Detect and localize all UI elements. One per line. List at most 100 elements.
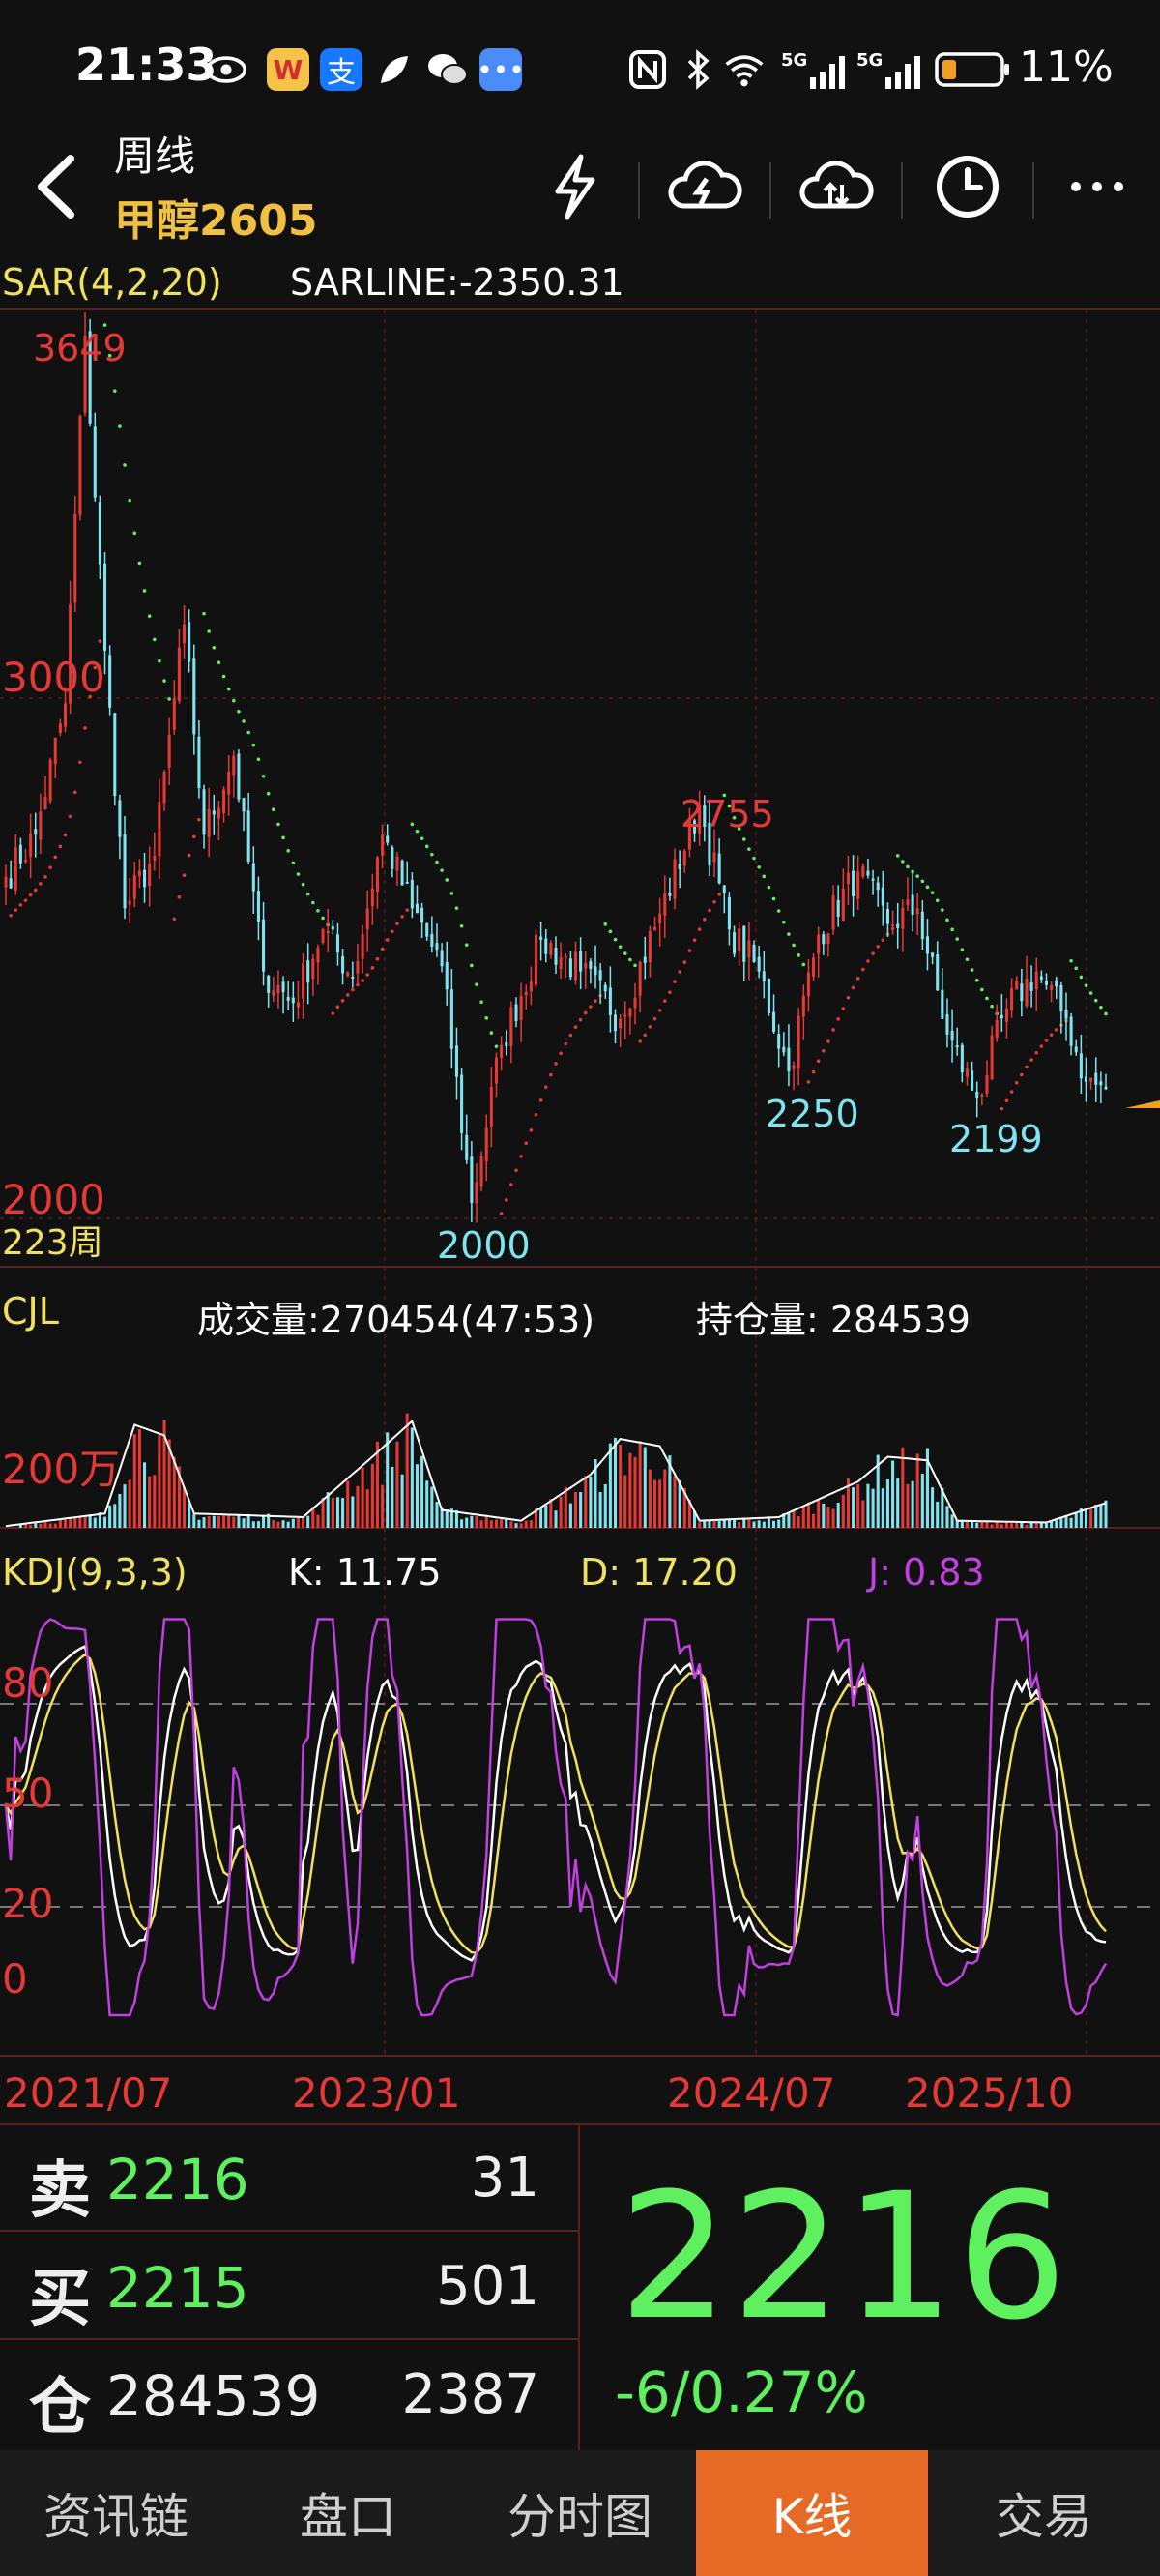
volume-bar	[286, 1521, 290, 1528]
candle-body	[955, 1045, 959, 1048]
sar-dot	[296, 872, 301, 876]
volume-bar	[817, 1499, 821, 1528]
sar-dot	[400, 915, 404, 919]
sar-dot	[747, 847, 751, 851]
sar-dot	[583, 1010, 588, 1015]
cloud-flash-icon[interactable]	[661, 143, 748, 230]
sar-dot	[494, 1044, 499, 1048]
sar-dot	[118, 424, 122, 428]
candle-body	[801, 995, 805, 1017]
volume-bar	[971, 1521, 974, 1528]
nav-symbol-title[interactable]: 甲醇2605	[114, 186, 317, 248]
ask-row[interactable]: 卖 2216 31	[0, 2123, 578, 2232]
sar-dot	[172, 917, 177, 922]
sar-dot	[687, 949, 692, 952]
volume-bar	[554, 1510, 558, 1528]
sar-dot	[643, 1033, 648, 1038]
candle-body	[251, 863, 255, 892]
candle-body	[232, 755, 236, 776]
svg-text:5G: 5G	[781, 50, 807, 71]
volume-bar	[291, 1518, 295, 1528]
sar-dot	[564, 1041, 568, 1046]
kdj-indicator-label[interactable]: KDJ(9,3,3)	[2, 1551, 188, 1594]
volume-bar	[242, 1518, 246, 1528]
volume-bar	[296, 1517, 300, 1528]
volume-bar	[514, 1523, 518, 1528]
candle-body	[356, 960, 360, 974]
sar-dot	[618, 945, 623, 949]
tab-trade[interactable]: 交易	[928, 2450, 1160, 2576]
oi-row[interactable]: 仓 284539 2387	[0, 2340, 578, 2446]
cloud-sync-icon[interactable]	[793, 143, 880, 230]
volume-bar	[871, 1488, 875, 1528]
volume-bar	[975, 1522, 979, 1528]
back-button[interactable]	[14, 143, 101, 230]
volume-bar	[356, 1485, 360, 1528]
more-icon[interactable]	[1054, 143, 1141, 230]
kline-chart[interactable]	[0, 251, 1160, 2069]
candle-body	[519, 995, 523, 1020]
candle-body	[237, 753, 241, 800]
volume-bar	[911, 1480, 914, 1528]
volume-bar	[915, 1453, 919, 1528]
volume-bar	[128, 1479, 131, 1528]
volume-bar	[1094, 1505, 1098, 1528]
clock-icon[interactable]	[924, 143, 1011, 230]
volume-bar	[341, 1498, 345, 1528]
candle-body	[489, 1086, 493, 1127]
candle-body	[1069, 1016, 1073, 1046]
candle-body	[153, 855, 157, 861]
candle-body	[286, 996, 290, 1001]
volume-bar	[762, 1521, 766, 1528]
candle-body	[470, 1156, 474, 1203]
candle-body	[619, 1018, 623, 1029]
sar-dot	[18, 903, 23, 907]
sar-dot	[221, 674, 226, 679]
tab-intraday[interactable]: 分时图	[464, 2450, 696, 2576]
volume-bar	[44, 1521, 47, 1528]
candle-body	[762, 971, 766, 982]
candle-body	[722, 885, 726, 893]
volume-bar	[1084, 1509, 1088, 1528]
candle-body	[18, 844, 22, 864]
bid-row[interactable]: 买 2215 501	[0, 2232, 578, 2340]
volume-bar	[1025, 1524, 1029, 1528]
sar-dot	[514, 1168, 518, 1173]
candle-body	[534, 934, 538, 985]
sar-dot	[662, 999, 667, 1003]
candle-body	[920, 911, 924, 940]
sar-dot	[980, 987, 984, 992]
candle-body	[980, 1094, 984, 1097]
candle-body	[23, 859, 28, 863]
sar-dot	[573, 1025, 578, 1029]
sar-dot	[613, 937, 618, 942]
candle-body	[183, 624, 187, 644]
sar-dot	[797, 953, 800, 957]
tab-order-book[interactable]: 盘口	[232, 2450, 464, 2576]
lightning-icon[interactable]	[532, 143, 619, 230]
sar-dot	[454, 906, 459, 910]
signal-5g-icon-2: 5G	[856, 48, 924, 91]
volume-bar	[1020, 1522, 1024, 1528]
candle-body	[172, 698, 176, 730]
sar-dot	[1030, 1058, 1033, 1062]
cjl-indicator-label[interactable]: CJL	[2, 1290, 59, 1332]
candle-body	[1039, 976, 1043, 980]
sar-indicator-label[interactable]: SAR(4,2,20)	[2, 261, 222, 304]
tab-kline[interactable]: K线	[696, 2450, 928, 2576]
sar-dot	[623, 951, 627, 955]
sar-dot	[202, 611, 206, 616]
sar-dot	[1054, 1028, 1058, 1032]
candle-body	[316, 947, 320, 963]
sar-dot	[589, 1005, 593, 1009]
tab-news-chain[interactable]: 资讯链	[0, 2450, 232, 2576]
y-tick-3000: 3000	[2, 654, 105, 701]
candle-body	[573, 951, 578, 981]
sar-dot	[608, 929, 613, 934]
volume-bar	[351, 1496, 355, 1528]
volume-bar	[613, 1437, 618, 1528]
sar-dot	[415, 829, 420, 834]
ask-qty: 31	[470, 2147, 539, 2210]
volume-bar	[509, 1521, 513, 1528]
volume-bar	[415, 1464, 420, 1528]
